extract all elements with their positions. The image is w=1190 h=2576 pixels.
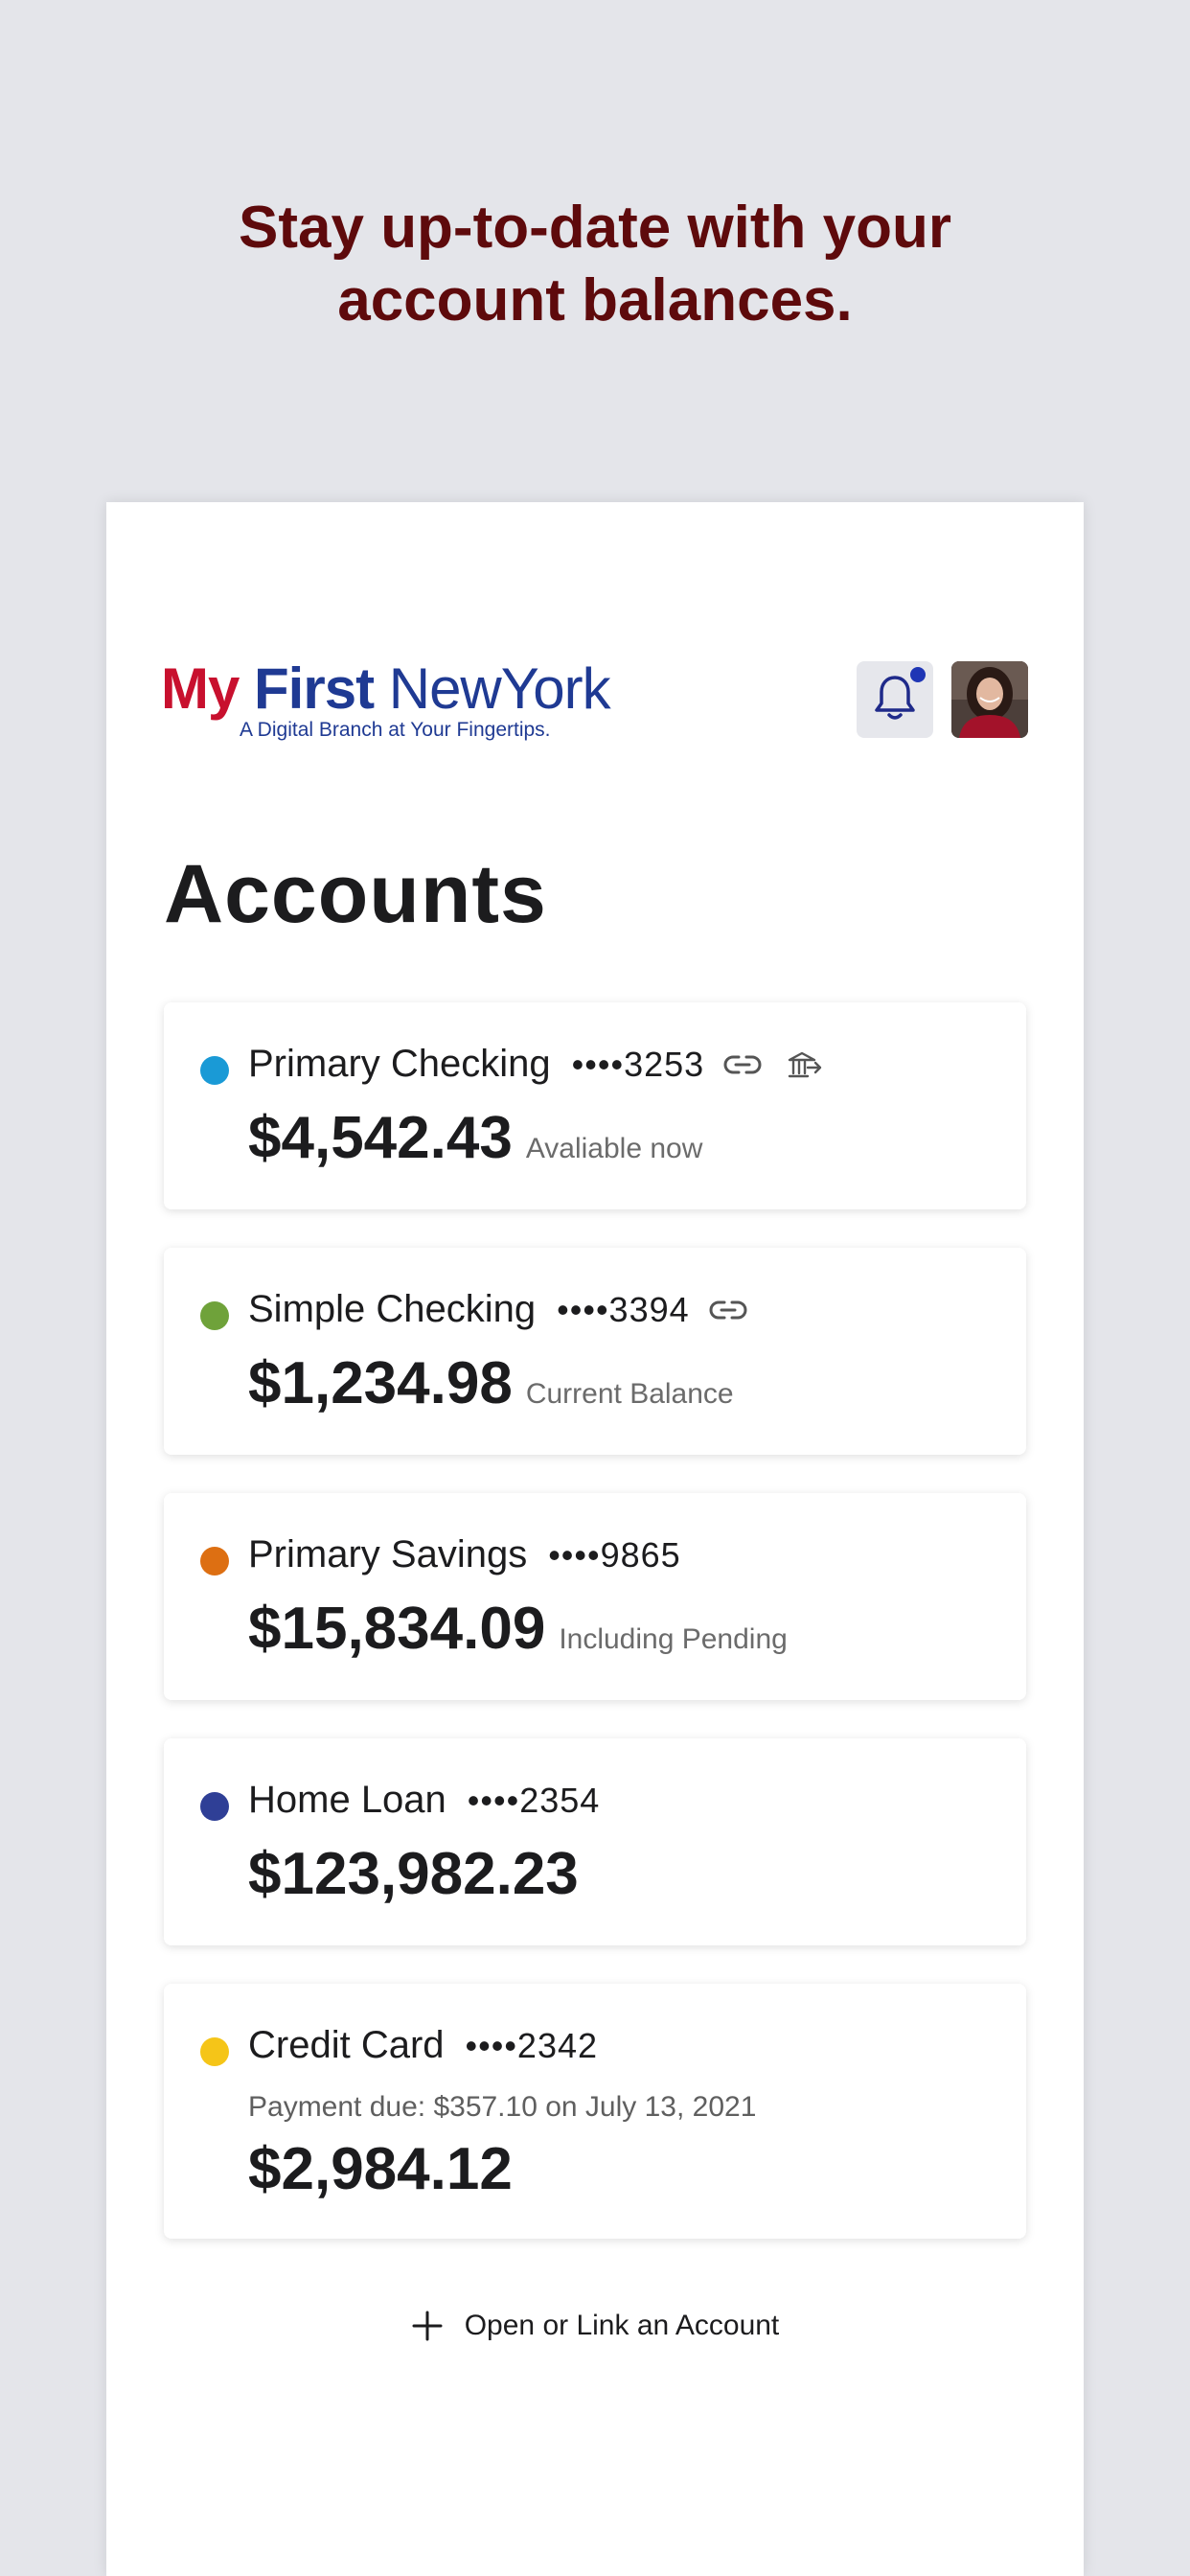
account-number-mask: ••••2354 (467, 1780, 601, 1820)
account-number-mask: ••••2342 (465, 2025, 599, 2065)
open-or-link-account-button[interactable]: Open or Link an Account (106, 2310, 1084, 2342)
balance-note: Avaliable now (525, 1133, 703, 1164)
payment-due-text: Payment due: $357.10 on July 13, 2021 (248, 2091, 757, 2123)
account-number-mask: ••••9865 (548, 1534, 681, 1575)
account-balance: $2,984.12 (248, 2136, 513, 2202)
account-number-mask: ••••3253 (571, 1044, 705, 1084)
logo-tagline: A Digital Branch at Your Fingertips. (240, 719, 551, 741)
account-name: Simple Checking (248, 1288, 537, 1330)
logo-first: First (254, 656, 375, 721)
promo-headline-line2: account balances. (337, 267, 853, 334)
account-name: Home Loan (248, 1779, 446, 1821)
app-screen: My First NewYork A Digital Branch at You… (106, 502, 1084, 2576)
account-balance: $123,982.23 (248, 1841, 579, 1907)
account-color-dot (200, 1056, 229, 1085)
account-card-credit-card[interactable]: Credit Card ••••2342 Payment due: $357.1… (164, 1984, 1026, 2239)
logo-my: My (161, 656, 240, 721)
promo-headline: Stay up-to-date with your account balanc… (0, 192, 1190, 337)
account-balance: $15,834.09 (248, 1596, 546, 1662)
account-card-home-loan[interactable]: Home Loan ••••2354 $123,982.23 (164, 1738, 1026, 1945)
account-name: Primary Checking (248, 1043, 551, 1085)
account-number-mask: ••••3394 (557, 1289, 690, 1329)
account-card-primary-checking[interactable]: Primary Checking ••••3253 $4,542.43 Aval… (164, 1002, 1026, 1209)
account-color-dot (200, 2037, 229, 2066)
open-link-label: Open or Link an Account (464, 2310, 780, 2341)
notification-badge (908, 665, 927, 684)
account-card-primary-savings[interactable]: Primary Savings ••••9865 $15,834.09 Incl… (164, 1493, 1026, 1700)
account-color-dot (200, 1792, 229, 1821)
plus-icon (411, 2310, 444, 2342)
bank-transfer-icon (787, 1050, 823, 1079)
avatar[interactable] (951, 661, 1028, 738)
bell-icon (874, 674, 916, 726)
account-name: Credit Card (248, 2024, 445, 2066)
account-color-dot (200, 1301, 229, 1330)
balance-note: Including Pending (559, 1623, 788, 1655)
page-title: Accounts (164, 848, 547, 940)
link-icon (709, 1299, 747, 1322)
logo-new-york: NewYork (388, 656, 611, 721)
account-card-simple-checking[interactable]: Simple Checking ••••3394 $1,234.98 Curre… (164, 1248, 1026, 1455)
account-balance: $1,234.98 (248, 1350, 513, 1416)
link-icon (723, 1053, 762, 1076)
account-balance: $4,542.43 (248, 1105, 513, 1171)
account-name: Primary Savings (248, 1533, 528, 1576)
promo-headline-line1: Stay up-to-date with your (239, 195, 951, 261)
bank-logo[interactable]: My First NewYork A Digital Branch at You… (161, 656, 611, 746)
balance-note: Current Balance (525, 1378, 734, 1410)
account-color-dot (200, 1547, 229, 1576)
notifications-button[interactable] (857, 661, 933, 738)
